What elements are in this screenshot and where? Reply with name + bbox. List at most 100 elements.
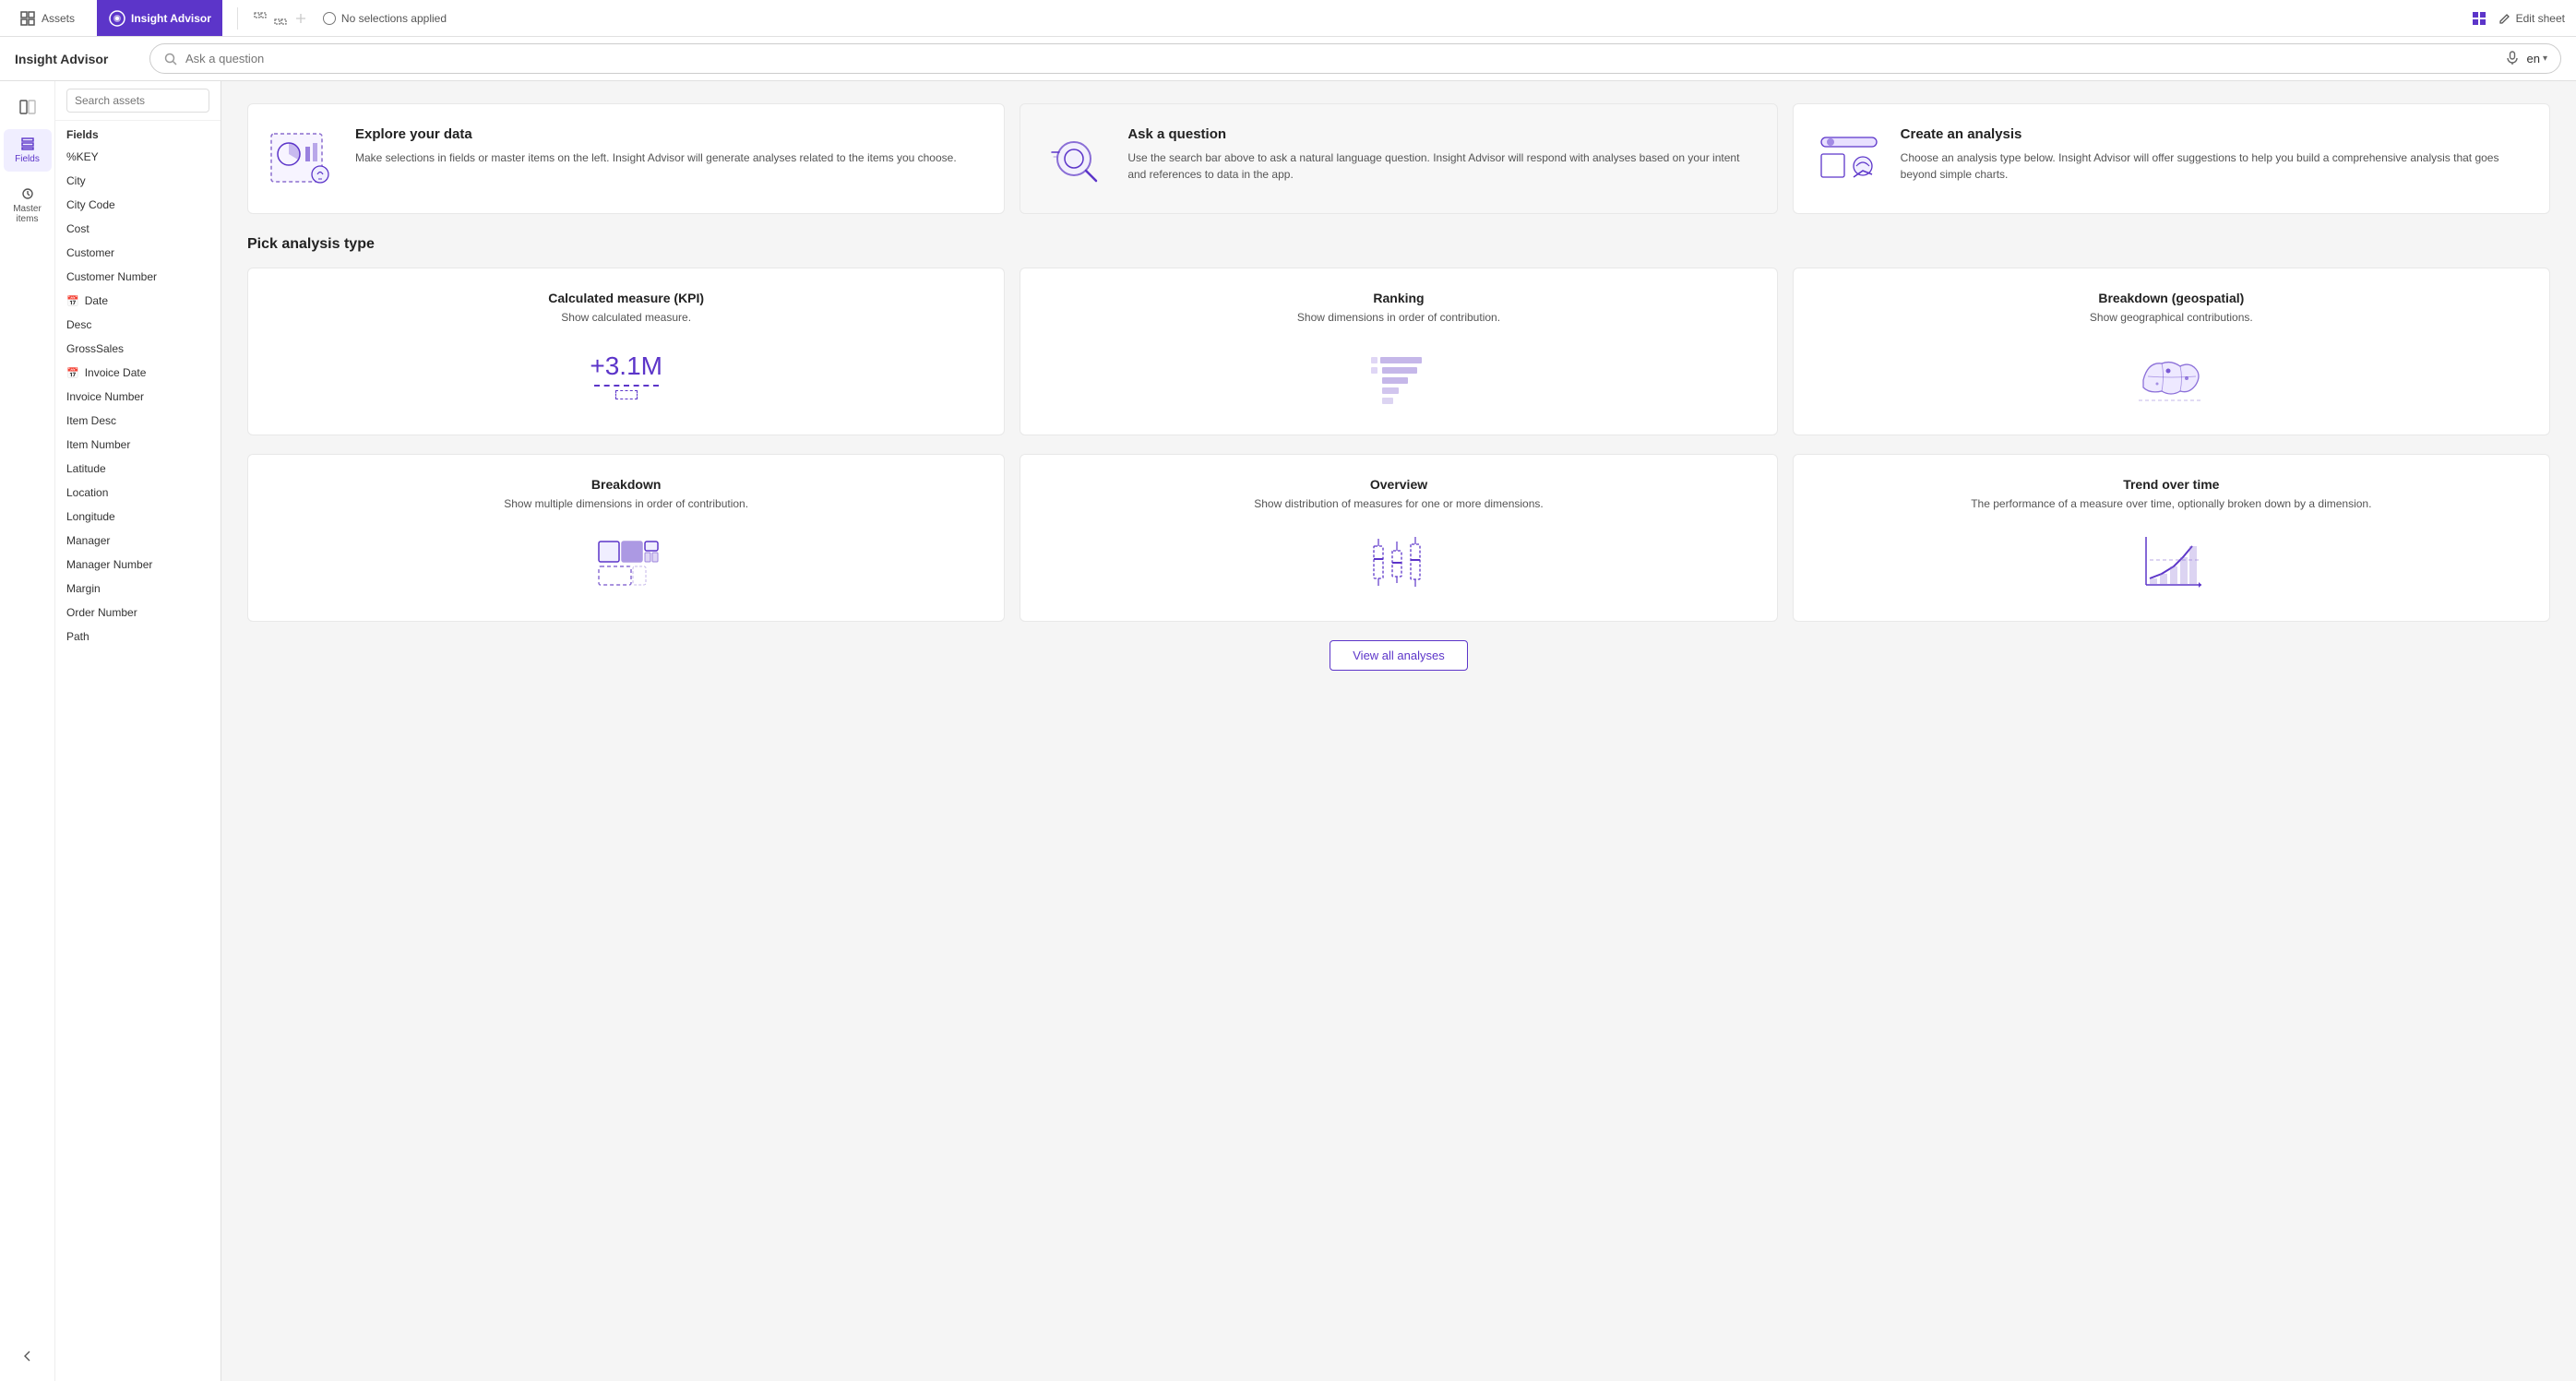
field-item-invoice-number[interactable]: Invoice Number [55, 385, 221, 409]
field-label-date: Date [85, 294, 108, 307]
field-label-invoice-date: Invoice Date [85, 366, 147, 379]
create-illustration [1812, 126, 1886, 191]
ranking-card-visual [1039, 339, 1758, 412]
nav-column: Fields Master items [0, 81, 55, 1381]
assets-label: Assets [42, 12, 75, 25]
field-label-gross-sales: GrossSales [66, 342, 124, 355]
topbar: Assets Insight Advisor No selections app… [0, 0, 2576, 37]
breakdown-card[interactable]: Breakdown Show multiple dimensions in or… [247, 454, 1005, 622]
field-item-customer-number[interactable]: Customer Number [55, 265, 221, 289]
field-item-path[interactable]: Path [55, 625, 221, 649]
breakdown-card-visual [267, 525, 985, 599]
analysis-cards-row1: Calculated measure (KPI) Show calculated… [247, 268, 2550, 435]
master-items-nav-label: Master items [9, 204, 46, 224]
secondbar-title: Insight Advisor [15, 52, 135, 66]
calendar-icon-date: 📅 [66, 295, 79, 307]
toggle-panels-button[interactable] [4, 92, 52, 122]
grid-view-button[interactable] [2471, 10, 2487, 27]
question-input[interactable] [185, 52, 2498, 65]
topbar-divider [237, 7, 238, 30]
master-items-nav-item[interactable]: Master items [4, 179, 52, 232]
field-item-item-desc[interactable]: Item Desc [55, 409, 221, 433]
topbar-right: Edit sheet [2471, 10, 2565, 27]
geo-card-visual [1812, 339, 2531, 412]
ask-card: Ask a question Use the search bar above … [1020, 103, 1777, 214]
field-item-desc[interactable]: Desc [55, 313, 221, 337]
trend-card-title: Trend over time [1812, 477, 2531, 492]
sidebar-search-input[interactable] [66, 89, 209, 113]
geo-card-title: Breakdown (geospatial) [1812, 291, 2531, 305]
collapse-icon [21, 1350, 34, 1363]
edit-sheet-button[interactable]: Edit sheet [2498, 12, 2565, 25]
field-item-order-number[interactable]: Order Number [55, 601, 221, 625]
edit-icon [2498, 12, 2511, 25]
selection-back-icon [253, 11, 268, 26]
field-label-key: %KEY [66, 150, 99, 163]
microphone-icon[interactable] [2505, 50, 2520, 67]
breakdown-illustration [585, 528, 668, 597]
field-item-location[interactable]: Location [55, 481, 221, 505]
field-item-city-code[interactable]: City Code [55, 193, 221, 217]
search-bar[interactable]: en ▾ [149, 43, 2561, 74]
ask-card-icon [1039, 126, 1113, 191]
breakdown-card-description: Show multiple dimensions in order of con… [267, 497, 985, 510]
main-layout: Fields Master items Fields [0, 81, 2576, 1381]
field-item-date[interactable]: 📅 Date [55, 289, 221, 313]
language-label: en [2527, 52, 2540, 65]
field-item-longitude[interactable]: Longitude [55, 505, 221, 529]
ask-card-text: Ask a question Use the search bar above … [1127, 126, 1758, 183]
field-label-cost: Cost [66, 222, 89, 235]
field-item-manager[interactable]: Manager [55, 529, 221, 553]
field-item-latitude[interactable]: Latitude [55, 457, 221, 481]
create-card-text: Create an analysis Choose an analysis ty… [1901, 126, 2531, 183]
insight-advisor-tab[interactable]: Insight Advisor [97, 0, 222, 36]
explore-card-text: Explore your data Make selections in fie… [355, 126, 957, 166]
analysis-cards-row2: Breakdown Show multiple dimensions in or… [247, 454, 2550, 622]
insight-tab-label: Insight Advisor [131, 12, 211, 25]
kpi-card-description: Show calculated measure. [267, 311, 985, 324]
create-card-title: Create an analysis [1901, 126, 2531, 142]
field-item-cost[interactable]: Cost [55, 217, 221, 241]
fields-section-title: Fields [55, 121, 221, 145]
assets-tab[interactable]: Assets [11, 0, 82, 36]
field-label-city: City [66, 174, 86, 187]
insight-icon [108, 9, 126, 28]
field-label-path: Path [66, 630, 89, 643]
field-item-invoice-date[interactable]: 📅 Invoice Date [55, 361, 221, 385]
geo-illustration [2129, 343, 2212, 408]
field-item-city[interactable]: City [55, 169, 221, 193]
field-item-item-number[interactable]: Item Number [55, 433, 221, 457]
fields-icon [20, 137, 35, 151]
geo-card[interactable]: Breakdown (geospatial) Show geographical… [1793, 268, 2550, 435]
field-label-customer-number: Customer Number [66, 270, 157, 283]
collapse-sidebar-button[interactable] [4, 1342, 52, 1370]
field-item-key[interactable]: %KEY [55, 145, 221, 169]
field-item-margin[interactable]: Margin [55, 577, 221, 601]
view-all-button[interactable]: View all analyses [1330, 640, 1467, 671]
field-label-margin: Margin [66, 582, 101, 595]
field-label-item-number: Item Number [66, 438, 130, 451]
field-item-manager-number[interactable]: Manager Number [55, 553, 221, 577]
fields-nav-label: Fields [15, 154, 40, 164]
explore-card-icon [267, 126, 340, 191]
ranking-card-title: Ranking [1039, 291, 1758, 305]
explore-illustration [267, 126, 340, 191]
overview-card-description: Show distribution of measures for one or… [1039, 497, 1758, 510]
ranking-card[interactable]: Ranking Show dimensions in order of cont… [1020, 268, 1777, 435]
field-item-customer[interactable]: Customer [55, 241, 221, 265]
field-label-order-number: Order Number [66, 606, 137, 619]
language-selector[interactable]: en ▾ [2527, 52, 2548, 65]
field-item-gross-sales[interactable]: GrossSales [55, 337, 221, 361]
trend-card-description: The performance of a measure over time, … [1812, 497, 2531, 510]
kpi-underline [594, 385, 659, 387]
no-selections-icon [323, 12, 336, 25]
explore-card-description: Make selections in fields or master item… [355, 149, 957, 166]
kpi-card[interactable]: Calculated measure (KPI) Show calculated… [247, 268, 1005, 435]
fields-nav-item[interactable]: Fields [4, 129, 52, 172]
selection-forward-icon [273, 11, 288, 26]
panels-icon [19, 100, 36, 114]
assets-icon [18, 9, 37, 28]
trend-card[interactable]: Trend over time The performance of a mea… [1793, 454, 2550, 622]
overview-card[interactable]: Overview Show distribution of measures f… [1020, 454, 1777, 622]
kpi-card-visual: +3.1M [267, 339, 985, 412]
